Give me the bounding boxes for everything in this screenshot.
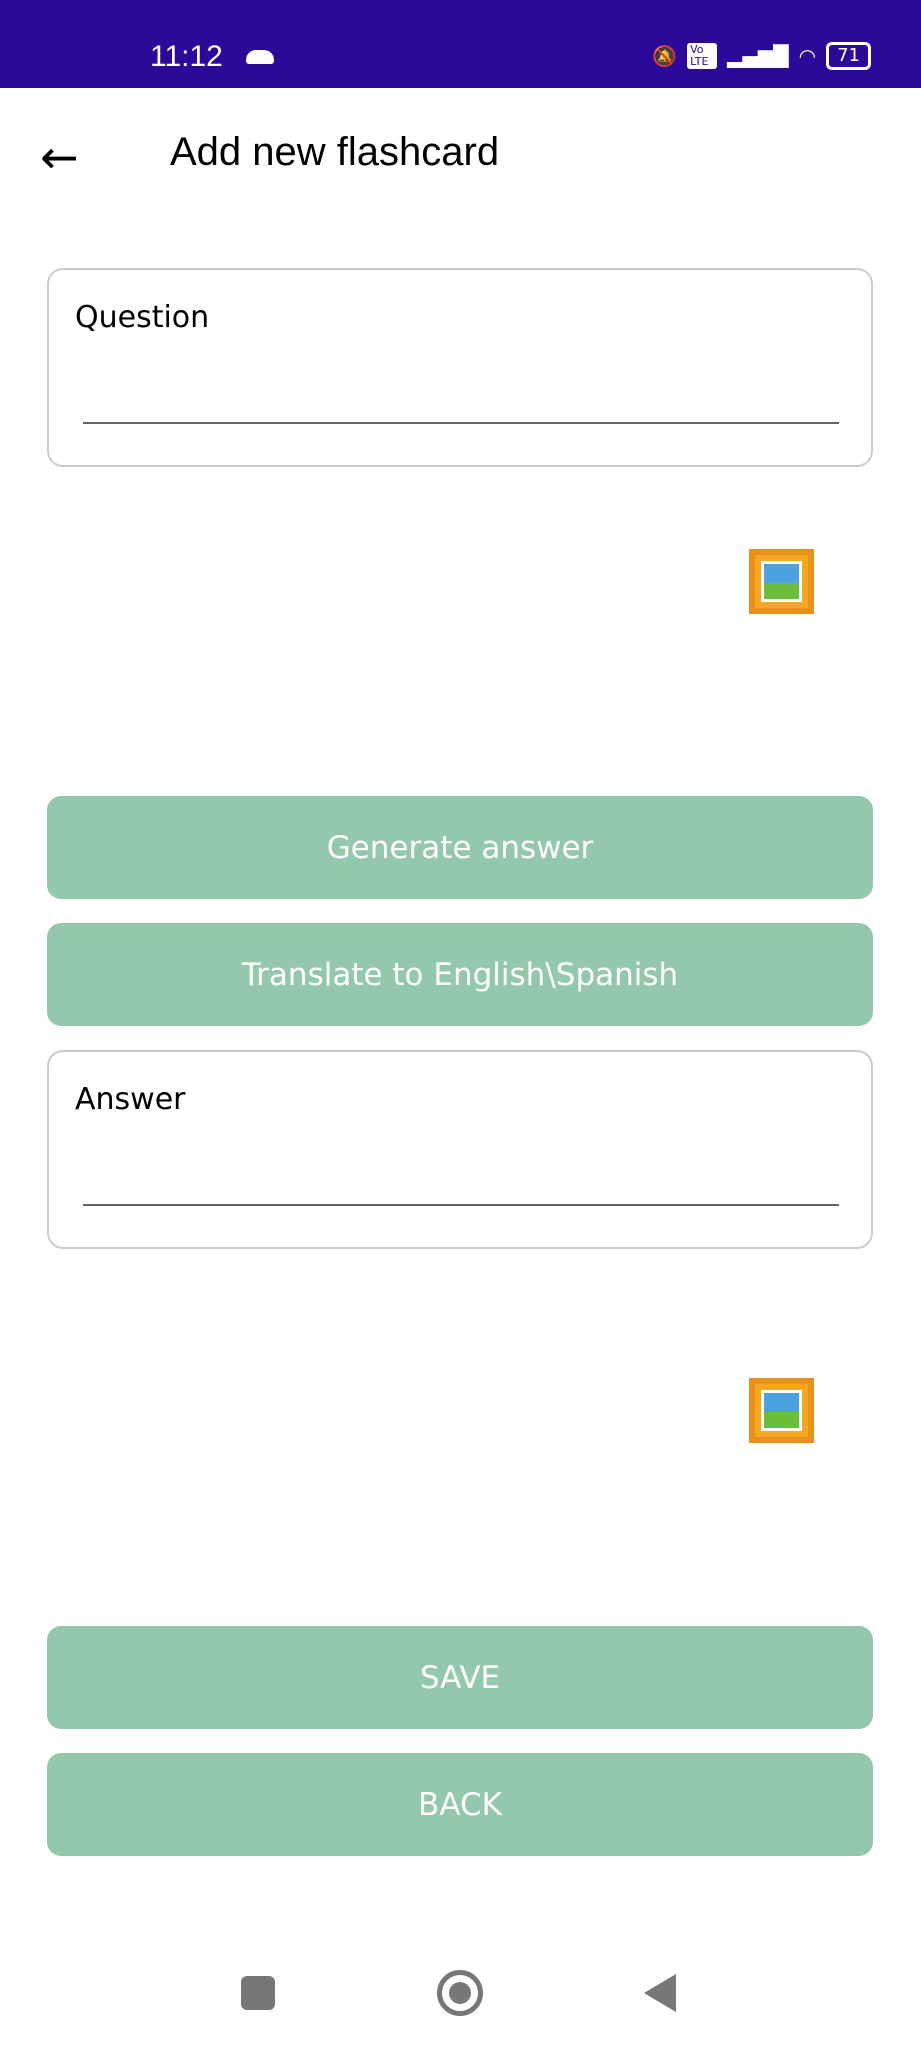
answer-image-icon[interactable] [749, 1378, 814, 1443]
clock: 11:12 [150, 40, 223, 73]
answer-field[interactable]: Answer [47, 1050, 873, 1249]
save-button[interactable]: SAVE [47, 1626, 873, 1729]
wifi-icon: ◠ [798, 44, 817, 68]
battery-icon: 71 [826, 42, 871, 70]
cloud-icon [246, 50, 274, 64]
question-image-icon[interactable] [749, 549, 814, 614]
back-nav-icon[interactable] [644, 1974, 676, 2012]
bell-muted-icon: 🔕 [652, 44, 678, 68]
question-field[interactable]: Question [47, 268, 873, 467]
home-nav-icon[interactable] [437, 1970, 483, 2016]
back-arrow-icon[interactable]: ← [40, 130, 79, 184]
answer-label: Answer [75, 1082, 186, 1117]
volte-icon: Vo LTE [687, 43, 718, 69]
generate-answer-button[interactable]: Generate answer [47, 796, 873, 899]
signal-icon: ▂▄▆█ [727, 44, 789, 68]
page-title: Add new flashcard [170, 130, 500, 174]
status-bar: 11:12 🔕 Vo LTE ▂▄▆█ ◠ 71 [0, 0, 921, 88]
back-button[interactable]: BACK [47, 1753, 873, 1856]
recents-nav-icon[interactable] [241, 1976, 275, 2010]
translate-button[interactable]: Translate to English\Spanish [47, 923, 873, 1026]
input-underline [83, 1204, 839, 1206]
question-label: Question [75, 300, 210, 335]
input-underline [83, 422, 839, 424]
